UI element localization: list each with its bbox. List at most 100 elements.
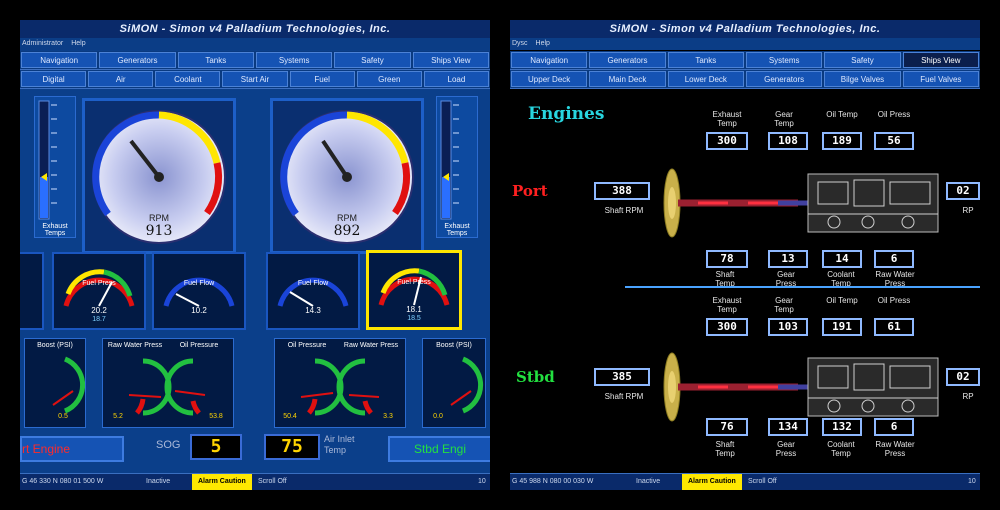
air-inlet-value: 75 bbox=[264, 434, 320, 460]
stbd-oil-temp-value: 191 bbox=[822, 318, 862, 336]
stbd-rpm-gauge: RPM 892 bbox=[270, 98, 424, 254]
port-engine-button[interactable]: rt Engine bbox=[20, 436, 124, 462]
port-coolant-temp-value: 14 bbox=[822, 250, 862, 268]
port-fuel-flow-gauge: Fuel Flow 10.2 bbox=[152, 252, 246, 330]
tab-generators[interactable]: Generators bbox=[589, 52, 666, 68]
air-inlet-label: Air Inlet Temp bbox=[324, 434, 355, 455]
menu-dysc[interactable]: Dysc bbox=[512, 40, 528, 47]
menu-administrator[interactable]: Administrator bbox=[22, 40, 63, 47]
tab-safety[interactable]: Safety bbox=[824, 52, 901, 68]
stbd-rpm-value: 892 bbox=[333, 223, 361, 239]
tab-fuel[interactable]: Fuel bbox=[289, 71, 355, 87]
stbd-gear-temp-label: Gear Temp bbox=[774, 296, 794, 314]
gauge-value: 14.3 bbox=[305, 306, 321, 315]
tab-safety[interactable]: Safety bbox=[334, 52, 411, 68]
menu-help[interactable]: Help bbox=[536, 40, 550, 47]
sog-value: 5 bbox=[190, 434, 242, 460]
gauge-title: Boost (PSI) bbox=[37, 342, 73, 349]
gauge-value: 5.2 bbox=[113, 413, 123, 420]
gauge-title: Fuel Press bbox=[82, 280, 116, 287]
stbd-oil-temp-label: Oil Temp bbox=[826, 296, 858, 305]
tab-upper-deck[interactable]: Upper Deck bbox=[511, 71, 588, 87]
gauge-value: 50.4 bbox=[283, 413, 297, 420]
menu-bar: Dysc Help bbox=[510, 38, 980, 50]
tab-generators-sub[interactable]: Generators bbox=[745, 71, 823, 87]
position-readout: G 45 988 N 080 00 030 W bbox=[512, 478, 594, 485]
sog-label: SOG bbox=[156, 439, 181, 451]
port-fuel-press-gauge: Fuel Press 20.2 18.7 bbox=[52, 252, 146, 330]
stbd-fuel-press-gauge[interactable]: Fuel Press 18.1 18.5 bbox=[366, 250, 462, 330]
tab-tanks[interactable]: Tanks bbox=[667, 52, 744, 68]
tab-ships-view[interactable]: Ships View bbox=[412, 52, 489, 68]
left-window: SiMON - Simon v4 Palladium Technologies,… bbox=[20, 20, 490, 490]
gauge-value: 18.1 bbox=[406, 305, 422, 314]
tab-main-deck[interactable]: Main Deck bbox=[589, 71, 666, 87]
stbd-exhaust-temp-label: Exhaust Temp bbox=[712, 296, 742, 314]
port-rpm-gauge: RPM 913 bbox=[82, 98, 236, 254]
gauge-value: 53.8 bbox=[209, 413, 223, 420]
port-oil-temp-value: 189 bbox=[822, 132, 862, 150]
port-oil-temp-label: Oil Temp bbox=[826, 110, 858, 119]
tab-systems[interactable]: Systems bbox=[255, 52, 333, 68]
stbd-gear-press-label: Gear Press bbox=[775, 440, 797, 458]
gauge-title: Raw Water Press bbox=[343, 342, 399, 349]
gauge-value: 0.5 bbox=[58, 413, 68, 420]
boost-dial-icon bbox=[52, 356, 86, 414]
port-raw-water-press-value: 6 bbox=[874, 250, 914, 268]
stbd-shaft-temp-value: 76 bbox=[706, 418, 748, 436]
stbd-label: Stbd bbox=[516, 368, 555, 386]
stbd-raw-water-press-label: Raw Water Press bbox=[875, 440, 915, 458]
port-gear-temp-value: 108 bbox=[768, 132, 808, 150]
tab-start-air[interactable]: Start Air bbox=[222, 71, 288, 87]
tab-systems[interactable]: Systems bbox=[745, 52, 823, 68]
partial-gauge-left bbox=[20, 252, 44, 330]
alarm-caution-badge[interactable]: Alarm Caution bbox=[682, 474, 742, 490]
status-mode: Inactive bbox=[146, 478, 171, 485]
port-label: Port bbox=[512, 182, 548, 200]
tab-generators[interactable]: Generators bbox=[99, 52, 176, 68]
tab-digital[interactable]: Digital bbox=[21, 71, 87, 87]
tab-coolant[interactable]: Coolant bbox=[155, 71, 221, 87]
port-oil-press-label: Oil Press bbox=[877, 110, 911, 119]
gauge-sub: 18.7 bbox=[92, 316, 106, 323]
stbd-engine-button[interactable]: Stbd Engi bbox=[388, 436, 490, 462]
port-shaft-rpm-label: Shaft RPM bbox=[604, 206, 644, 215]
rpm-label: RPM bbox=[149, 213, 169, 223]
tab-lower-deck[interactable]: Lower Deck bbox=[667, 71, 744, 87]
pressure-dials-icon bbox=[128, 358, 206, 416]
stbd-gear-temp-value: 103 bbox=[768, 318, 808, 336]
gauge-value: 20.2 bbox=[91, 306, 107, 315]
exhaust-temps-stbd: Exhaust Temps bbox=[436, 96, 478, 238]
page-number: 10 bbox=[478, 478, 486, 485]
stbd-oil-press-label: Oil Press bbox=[877, 296, 911, 305]
port-shaft-temp-value: 78 bbox=[706, 250, 748, 268]
boost-dial-icon bbox=[450, 356, 484, 414]
stbd-exhaust-temp-value: 300 bbox=[706, 318, 748, 336]
engines-divider bbox=[625, 286, 980, 288]
sub-tabs: Upper Deck Main Deck Lower Deck Generato… bbox=[510, 70, 980, 89]
tab-navigation[interactable]: Navigation bbox=[21, 52, 98, 68]
exhaust-caption: Exhaust Temps bbox=[444, 223, 470, 237]
gauge-title: Fuel Flow bbox=[183, 280, 215, 287]
port-exhaust-temp-label: Exhaust Temp bbox=[712, 110, 742, 128]
tab-bilge-valves[interactable]: Bilge Valves bbox=[824, 71, 901, 87]
port-gear-press-value: 13 bbox=[768, 250, 808, 268]
tab-ships-view[interactable]: Ships View bbox=[902, 52, 979, 68]
stbd-boost-gauge: Boost (PSI) 0.0 bbox=[422, 338, 486, 428]
main-tabs: Navigation Generators Tanks Systems Safe… bbox=[20, 51, 490, 70]
tab-tanks[interactable]: Tanks bbox=[177, 52, 254, 68]
menu-help[interactable]: Help bbox=[71, 40, 85, 47]
stbd-fuel-flow-gauge: Fuel Flow 14.3 bbox=[266, 252, 360, 330]
gauge-title: Raw Water Press bbox=[107, 342, 163, 349]
gauge-title: Oil Pressure bbox=[179, 342, 219, 349]
tab-navigation[interactable]: Navigation bbox=[511, 52, 588, 68]
stbd-gear-press-value: 134 bbox=[768, 418, 808, 436]
alarm-caution-badge[interactable]: Alarm Caution bbox=[192, 474, 252, 490]
port-oil-press-value: 56 bbox=[874, 132, 914, 150]
tab-load[interactable]: Load bbox=[423, 71, 489, 87]
tab-green[interactable]: Green bbox=[356, 71, 422, 87]
tab-fuel-valves[interactable]: Fuel Valves bbox=[902, 71, 979, 87]
right-window: SiMON - Simon v4 Palladium Technologies,… bbox=[510, 20, 980, 490]
tab-air[interactable]: Air bbox=[88, 71, 154, 87]
scroll-status: Scroll Off bbox=[258, 478, 287, 485]
